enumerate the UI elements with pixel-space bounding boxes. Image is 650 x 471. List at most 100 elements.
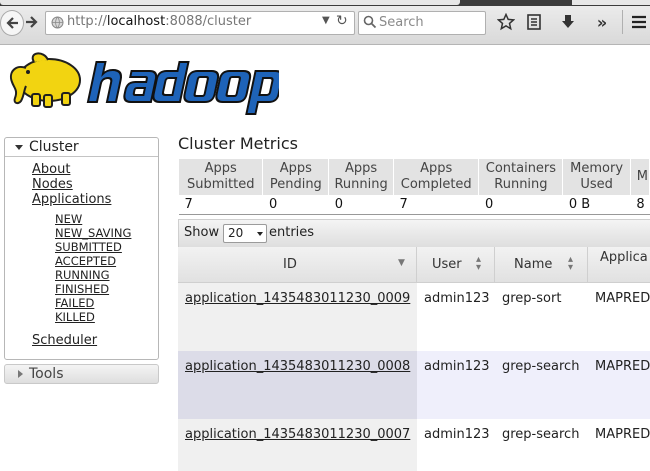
column-header-user[interactable]: User ▴ ▾ bbox=[417, 247, 495, 283]
page-size-select[interactable]: 20 bbox=[223, 224, 267, 243]
metric-header: Apps Submitted bbox=[177, 158, 264, 196]
page-size-value: 20 bbox=[228, 226, 244, 240]
application-id-link[interactable]: application_1435483011230_0007 bbox=[185, 427, 410, 442]
metric-header-line1: Apps bbox=[279, 161, 312, 176]
tab-right[interactable] bbox=[572, 0, 650, 5]
sort-desc-icon: ▼ bbox=[398, 258, 405, 268]
state-submitted-link[interactable]: SUBMITTED bbox=[55, 240, 122, 254]
url-text: http://localhost:8088/cluster bbox=[67, 14, 251, 29]
user-value: admin123 bbox=[424, 359, 490, 374]
metric-value: 0 bbox=[328, 195, 394, 215]
column-id-label: ID bbox=[283, 257, 297, 272]
url-dropdown-icon[interactable]: ▼ bbox=[322, 15, 330, 26]
state-new-link[interactable]: NEW bbox=[55, 212, 82, 226]
cell-type: MAPRED bbox=[588, 283, 650, 351]
reload-icon[interactable]: ↻ bbox=[336, 13, 348, 29]
apps-table-header: ID ▼ User ▴ ▾ Name ▴ ▾ Applica bbox=[178, 247, 650, 283]
elephant-icon bbox=[10, 52, 81, 108]
collapse-arrow-icon bbox=[15, 145, 23, 150]
type-value: MAPRED bbox=[595, 359, 650, 374]
column-header-application-type[interactable]: Applica bbox=[588, 247, 650, 283]
nav-about-link[interactable]: About bbox=[32, 162, 70, 177]
column-header-name[interactable]: Name ▴ ▾ bbox=[495, 247, 588, 283]
cell-id: application_1435483011230_0009 bbox=[178, 283, 417, 351]
name-value: grep-sort bbox=[502, 291, 562, 306]
metric-header-line1: Memory bbox=[570, 161, 624, 176]
url-prefix: http:// bbox=[67, 14, 107, 29]
state-accepted-link[interactable]: ACCEPTED bbox=[55, 254, 116, 268]
search-icon bbox=[363, 15, 377, 29]
metric-value: 0 bbox=[478, 195, 563, 215]
metric-header-line2: Running bbox=[494, 177, 548, 192]
search-input[interactable] bbox=[379, 14, 479, 30]
table-row: application_1435483011230_0007 admin123 … bbox=[178, 419, 650, 471]
metric-value: 7 bbox=[178, 195, 263, 215]
metric-header-line2: Running bbox=[334, 177, 388, 192]
metric-value: 7 bbox=[393, 195, 479, 215]
name-value: grep-search bbox=[502, 427, 580, 442]
cluster-header[interactable]: Cluster bbox=[5, 138, 158, 157]
column-header-id[interactable]: ID ▼ bbox=[178, 247, 417, 283]
state-finished-link[interactable]: FINISHED bbox=[55, 282, 109, 296]
metric-header-line2: Completed bbox=[400, 177, 472, 192]
metric-header-line1: M bbox=[636, 169, 649, 184]
cell-user: admin123 bbox=[417, 351, 495, 419]
search-bar[interactable] bbox=[358, 11, 486, 35]
column-user-label: User bbox=[432, 257, 462, 272]
sidebar: Cluster About Nodes Applications NEW NEW… bbox=[4, 137, 159, 384]
metric-header-line1: Apps bbox=[345, 161, 378, 176]
reading-list-icon[interactable] bbox=[524, 12, 544, 32]
nav-applications-link[interactable]: Applications bbox=[32, 192, 111, 207]
state-killed-link[interactable]: KILLED bbox=[55, 310, 95, 324]
url-host: localhost bbox=[106, 14, 166, 29]
forward-button[interactable] bbox=[22, 12, 42, 32]
url-rest: :8088/cluster bbox=[165, 14, 252, 29]
cell-name: grep-search bbox=[495, 419, 588, 471]
nav-scheduler-link[interactable]: Scheduler bbox=[32, 333, 97, 348]
download-icon[interactable] bbox=[558, 12, 578, 32]
cell-id: application_1435483011230_0008 bbox=[178, 351, 417, 419]
application-id-link[interactable]: application_1435483011230_0008 bbox=[185, 359, 410, 374]
metric-value: 0 bbox=[262, 195, 329, 215]
metric-value: 8 bbox=[630, 195, 650, 215]
metric-header: Memory Used bbox=[562, 158, 631, 196]
bookmark-star-icon[interactable] bbox=[496, 12, 516, 32]
forward-arrow-icon bbox=[26, 16, 38, 28]
cluster-metrics-table: Apps Submitted Apps Pending Apps Running Ap… bbox=[177, 158, 650, 215]
name-value: grep-search bbox=[502, 359, 580, 374]
application-id-link[interactable]: application_1435483011230_0009 bbox=[185, 291, 410, 306]
overflow-chevron-icon[interactable]: » bbox=[592, 12, 612, 32]
metric-header: Containers Running bbox=[478, 158, 564, 196]
metric-header: Apps Running bbox=[328, 158, 394, 196]
entries-label: entries bbox=[269, 225, 315, 240]
active-tab[interactable] bbox=[0, 0, 460, 5]
user-value: admin123 bbox=[424, 291, 490, 306]
select-caret-icon bbox=[257, 232, 263, 236]
back-button[interactable] bbox=[0, 10, 24, 36]
cell-id: application_1435483011230_0007 bbox=[178, 419, 417, 471]
metric-header-line2: Used bbox=[580, 177, 613, 192]
state-failed-link[interactable]: FAILED bbox=[55, 296, 94, 310]
state-new-saving-link[interactable]: NEW_SAVING bbox=[55, 226, 131, 240]
table-row: application_1435483011230_0009 admin123 … bbox=[178, 283, 650, 351]
nav-nodes-link[interactable]: Nodes bbox=[32, 177, 73, 192]
type-value: MAPRED bbox=[595, 291, 650, 306]
sort-both-icon: ▴ ▾ bbox=[476, 254, 482, 273]
tools-panel-header[interactable]: Tools bbox=[4, 364, 159, 384]
url-bar[interactable]: http://localhost:8088/cluster ▼ ↻ bbox=[45, 11, 355, 35]
type-value: MAPRED bbox=[595, 427, 650, 442]
cluster-panel: Cluster About Nodes Applications NEW NEW… bbox=[4, 137, 159, 360]
metric-header-line1: Containers bbox=[485, 161, 557, 176]
browser-toolbar: http://localhost:8088/cluster ▼ ↻ » bbox=[0, 0, 650, 45]
menu-icon[interactable] bbox=[629, 12, 649, 32]
cluster-label: Cluster bbox=[29, 139, 79, 155]
metric-header-line2: Pending bbox=[269, 177, 322, 192]
hadoop-wordmark bbox=[86, 61, 279, 115]
cell-name: grep-search bbox=[495, 351, 588, 419]
cell-name: grep-sort bbox=[495, 283, 588, 351]
cluster-metrics-title: Cluster Metrics bbox=[178, 134, 298, 153]
state-running-link[interactable]: RUNNING bbox=[55, 268, 110, 282]
metric-header-line2: Submitted bbox=[186, 177, 255, 192]
hadoop-logo bbox=[10, 52, 279, 115]
cell-type: MAPRED bbox=[588, 419, 650, 471]
